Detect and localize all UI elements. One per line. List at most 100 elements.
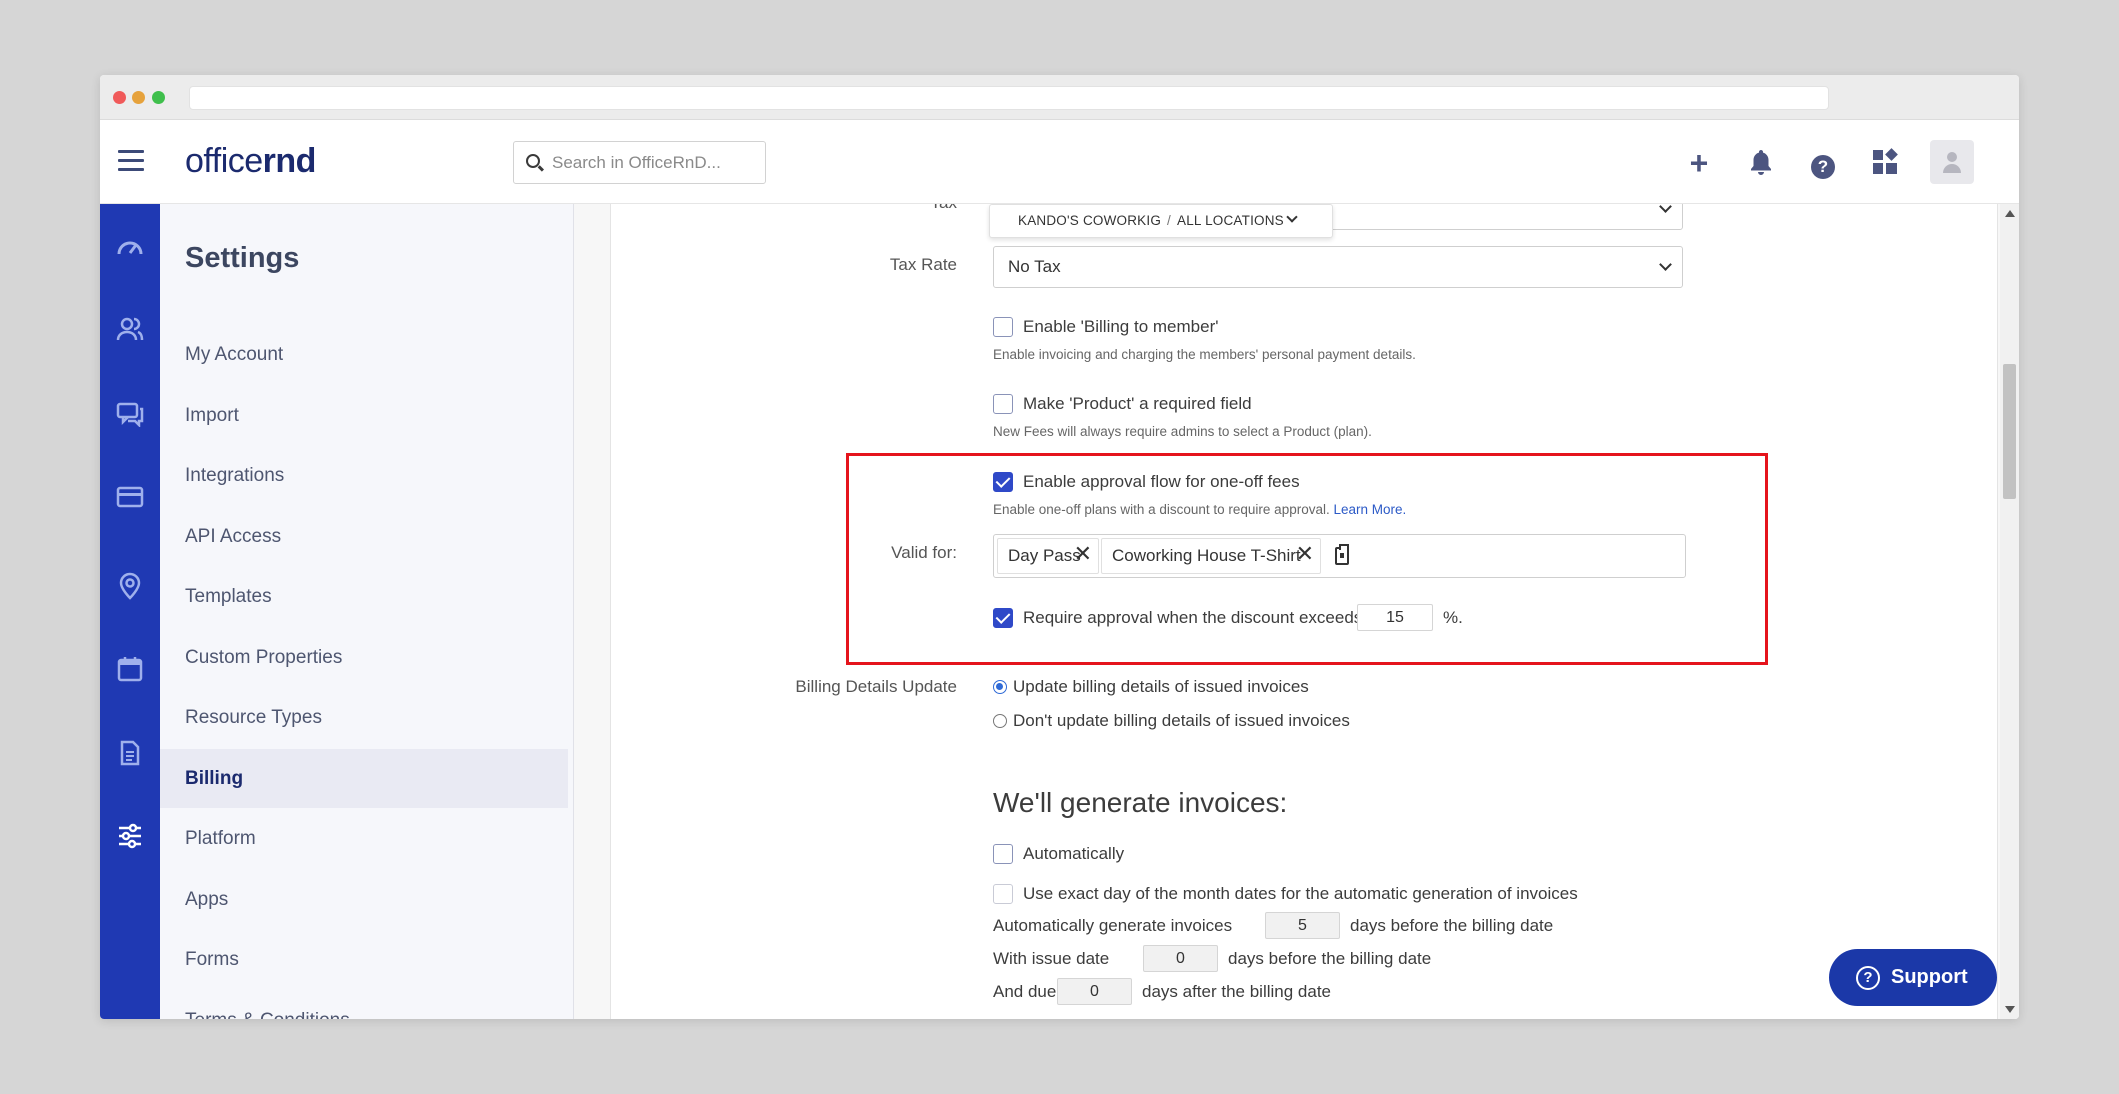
icon-rail [100,204,160,1019]
scroll-up-arrow-icon[interactable] [2005,210,2015,217]
sidebar-item-apps[interactable]: Apps [160,870,568,929]
address-bar[interactable] [189,86,1829,110]
require-approval-label: Require approval when the discount excee… [1023,608,1363,627]
browser-window: officernd + ? [100,75,2019,1019]
minimize-window-dot[interactable] [132,91,145,104]
hamburger-menu-icon[interactable] [118,150,144,172]
chevron-down-icon [1286,211,1298,223]
due-date-prefix: And due [993,982,1057,1001]
approval-flow-help: Enable one-off plans with a discount to … [993,502,1406,517]
settings-sliders-icon[interactable] [115,823,145,853]
sidebar-item-platform[interactable]: Platform [160,809,568,868]
billing-details-update-label: Billing Details Update [795,677,957,696]
sidebar-item-resource-types[interactable]: Resource Types [160,688,568,747]
chat-icon[interactable] [115,401,145,431]
due-date-days-input[interactable]: 0 [1057,978,1132,1005]
tax-label: Tax [751,204,957,213]
exact-day-checkbox[interactable] [993,884,1013,904]
auto-generate-days-input[interactable]: 5 [1265,912,1340,939]
company-name: KANDO'S COWORKIG [1018,213,1162,228]
sidebar-item-billing[interactable]: Billing [160,749,568,808]
scroll-down-arrow-icon[interactable] [2005,1006,2015,1013]
vertical-scrollbar[interactable] [2000,204,2019,1019]
global-search[interactable] [513,141,766,184]
automatically-label: Automatically [1023,844,1125,863]
radio-update-billing-details[interactable] [993,680,1007,694]
top-navigation-bar: officernd + ? [100,120,2019,204]
product-required-label: Make 'Product' a required field [1023,394,1252,413]
sidebar-item-custom-properties[interactable]: Custom Properties [160,628,568,687]
tax-rate-select[interactable]: No Tax [993,246,1683,288]
approval-flow-checkbox[interactable] [993,472,1013,492]
sidebar-item-api-access[interactable]: API Access [160,507,568,566]
require-approval-checkbox[interactable] [993,608,1013,628]
update-billing-details-label: Update billing details of issued invoice… [1013,677,1309,696]
billing-to-member-help: Enable invoicing and charging the member… [993,347,1416,362]
percent-suffix: %. [1443,608,1463,627]
remove-tag-icon[interactable]: ✕ [1074,537,1092,571]
chevron-down-icon [1659,258,1672,271]
radio-dont-update-billing-details[interactable] [993,714,1007,728]
sidebar-item-templates[interactable]: Templates [160,567,568,626]
billing-to-member-checkbox[interactable] [993,317,1013,337]
close-window-dot[interactable] [113,91,126,104]
clipboard-icon[interactable] [1335,544,1349,565]
tax-rate-value: No Tax [1008,257,1061,276]
issue-date-prefix: With issue date [993,949,1110,968]
dont-update-billing-details-label: Don't update billing details of issued i… [1013,711,1350,730]
tax-rate-label: Tax Rate [889,255,957,274]
issue-date-days-input[interactable]: 0 [1143,945,1218,972]
dashboard-icon[interactable] [115,234,145,264]
sidebar-item-my-account[interactable]: My Account [160,325,568,384]
plus-icon[interactable]: + [1684,147,1714,179]
sidebar-item-import[interactable]: Import [160,386,568,445]
sidebar-item-forms[interactable]: Forms [160,930,568,989]
auto-generate-suffix: days before the billing date [1350,916,1554,935]
auto-generate-prefix: Automatically generate invoices [993,916,1233,935]
chevron-down-icon [1659,204,1672,213]
location-selector[interactable]: KANDO'S COWORKIG / ALL LOCATIONS [989,204,1333,238]
apps-icon[interactable] [1870,148,1900,178]
calendar-icon[interactable] [115,656,145,686]
support-button[interactable]: ? Support [1829,949,1997,1006]
members-icon[interactable] [115,316,145,346]
automatically-checkbox[interactable] [993,844,1013,864]
tag-label: Day Pass [1008,546,1081,565]
billing-settings-panel: Tax KANDO'S COWORKIG / ALL LOCATIONS Tax R… [610,204,1998,1019]
tag-day-pass: Day Pass ✕ [997,538,1099,574]
valid-for-tag-input[interactable]: Day Pass ✕ Coworking House T-Shirt ✕ [993,534,1686,578]
search-icon [526,154,540,168]
help-circle-icon: ? [1856,966,1880,990]
billing-card-icon[interactable] [115,486,145,516]
bell-icon[interactable] [1746,148,1776,178]
remove-tag-icon[interactable]: ✕ [1296,537,1314,571]
due-date-suffix: days after the billing date [1142,982,1332,1001]
invoices-heading: We'll generate invoices: [993,787,1288,818]
sidebar-item-terms-conditions[interactable]: Terms & Conditions [160,991,568,1019]
tag-coworking-house-t-shirt: Coworking House T-Shirt ✕ [1101,538,1321,574]
location-name: ALL LOCATIONS [1177,213,1284,228]
main-content: Tax KANDO'S COWORKIG / ALL LOCATIONS Tax R… [574,204,2019,1019]
billing-to-member-label: Enable 'Billing to member' [1023,317,1219,336]
location-pin-icon[interactable] [115,572,145,602]
settings-sidebar: Settings My Account Import Integrations … [160,204,574,1019]
browser-chrome [100,75,2019,120]
exact-day-label: Use exact day of the month dates for the… [1023,884,1578,903]
avatar-icon[interactable] [1930,140,1974,184]
document-icon[interactable] [115,740,145,770]
scrollbar-thumb[interactable] [2003,364,2016,499]
help-icon[interactable]: ? [1808,148,1838,179]
discount-threshold-input[interactable]: 15 [1357,604,1433,631]
learn-more-link[interactable]: Learn More. [1333,502,1406,517]
officernd-logo[interactable]: officernd [185,142,316,181]
product-required-checkbox[interactable] [993,394,1013,414]
approval-flow-help-text: Enable one-off plans with a discount to … [993,502,1330,517]
valid-for-label: Valid for: [891,543,957,562]
issue-date-suffix: days before the billing date [1228,949,1432,968]
settings-title: Settings [185,242,300,274]
location-separator: / [1167,213,1171,228]
sidebar-item-integrations[interactable]: Integrations [160,446,568,505]
search-input[interactable] [552,152,752,174]
maximize-window-dot[interactable] [152,91,165,104]
tag-label: Coworking House T-Shirt [1112,546,1301,565]
